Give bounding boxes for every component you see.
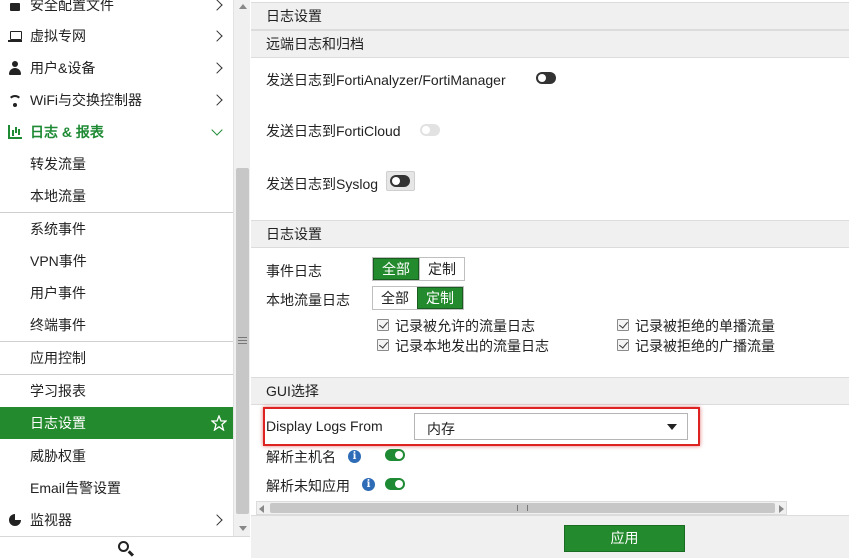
sidebar-item-label: 本地流量 bbox=[30, 188, 86, 204]
lock-icon bbox=[8, 0, 22, 12]
sidebar-item-label: 用户事件 bbox=[30, 285, 86, 301]
sidebar-item-endpoint-events[interactable]: 终端事件 bbox=[0, 309, 233, 341]
scroll-left-icon[interactable] bbox=[259, 505, 264, 513]
syslog-toggle[interactable] bbox=[390, 175, 410, 187]
resolve-hostname-label: 解析主机名 bbox=[266, 449, 336, 465]
horizontal-scrollbar[interactable] bbox=[256, 501, 787, 515]
sidebar-item-label: 日志 & 报表 bbox=[30, 124, 104, 140]
scroll-right-icon[interactable] bbox=[779, 505, 784, 513]
allowed-traffic-checkbox[interactable] bbox=[377, 319, 389, 331]
resolve-hostname-toggle[interactable] bbox=[385, 449, 405, 461]
local-traffic-segmented: 全部 定制 bbox=[372, 286, 464, 310]
local-out-traffic-label: 记录本地发出的流量日志 bbox=[395, 338, 549, 354]
local-traffic-all-option[interactable]: 全部 bbox=[373, 287, 417, 309]
event-log-label: 事件日志 bbox=[266, 263, 322, 279]
sidebar-item-label: 威胁权重 bbox=[30, 448, 86, 464]
display-logs-from-select[interactable]: 内存 bbox=[414, 413, 688, 440]
sidebar-item-user-events[interactable]: 用户事件 bbox=[0, 277, 233, 309]
sidebar-item-label: 学习报表 bbox=[30, 383, 86, 399]
sidebar-item-threat-weight[interactable]: 威胁权重 bbox=[0, 440, 233, 472]
sidebar-item-vpn[interactable]: 虚拟专网 bbox=[0, 20, 233, 52]
chevron-right-icon bbox=[211, 94, 223, 106]
bar-chart-icon bbox=[8, 125, 22, 139]
caret-down-icon bbox=[667, 424, 677, 430]
scroll-up-icon[interactable] bbox=[239, 4, 247, 9]
local-out-traffic-checkbox[interactable] bbox=[377, 339, 389, 351]
denied-unicast-checkbox[interactable] bbox=[617, 319, 629, 331]
sidebar-item-email-alert[interactable]: Email告警设置 bbox=[0, 472, 233, 504]
grip-icon bbox=[238, 337, 247, 344]
sidebar-item-wifi-switch[interactable]: WiFi与交换控制器 bbox=[0, 84, 233, 116]
chevron-right-icon bbox=[211, 514, 223, 526]
page-title: 日志设置 bbox=[251, 2, 849, 30]
sidebar-item-label: VPN事件 bbox=[30, 253, 87, 269]
denied-unicast-label: 记录被拒绝的单播流量 bbox=[635, 318, 775, 334]
fortianalyzer-toggle[interactable] bbox=[536, 72, 556, 84]
sidebar-item-forward-traffic[interactable]: 转发流量 bbox=[0, 148, 233, 180]
pie-chart-icon bbox=[8, 513, 22, 527]
denied-broadcast-label: 记录被拒绝的广播流量 bbox=[635, 338, 775, 354]
sidebar-item-label: 转发流量 bbox=[30, 156, 86, 172]
laptop-icon bbox=[8, 29, 22, 43]
sidebar-item-label: 日志设置 bbox=[30, 415, 86, 431]
sidebar-item-user-device[interactable]: 用户&设备 bbox=[0, 52, 233, 84]
chevron-down-icon bbox=[211, 124, 223, 136]
sidebar-item-monitor[interactable]: 监视器 bbox=[0, 504, 233, 536]
sidebar-item-app-control[interactable]: 应用控制 bbox=[0, 342, 233, 374]
sidebar-item-label: 系统事件 bbox=[30, 221, 86, 237]
sidebar-item-label: 终端事件 bbox=[30, 317, 86, 333]
chevron-right-icon bbox=[211, 0, 223, 11]
scroll-down-icon[interactable] bbox=[239, 526, 247, 531]
sidebar-item-learning-report[interactable]: 学习报表 bbox=[0, 375, 233, 407]
local-traffic-custom-option[interactable]: 定制 bbox=[417, 287, 463, 309]
display-logs-from-value: 内存 bbox=[427, 421, 455, 437]
sidebar-item-label: WiFi与交换控制器 bbox=[30, 92, 142, 108]
event-log-custom-option[interactable]: 定制 bbox=[419, 258, 464, 280]
horizontal-scroll-thumb[interactable] bbox=[270, 503, 775, 513]
display-logs-from-label: Display Logs From bbox=[266, 418, 383, 434]
log-settings-header: 日志设置 bbox=[251, 220, 849, 248]
allowed-traffic-label: 记录被允许的流量日志 bbox=[395, 318, 535, 334]
gui-selection-header: GUI选择 bbox=[251, 377, 849, 405]
sidebar-item-security-profiles[interactable]: 安全配置文件 bbox=[0, 0, 233, 21]
chevron-right-icon bbox=[211, 62, 223, 74]
sidebar-item-local-traffic[interactable]: 本地流量 bbox=[0, 180, 233, 212]
forticloud-label: 发送日志到FortiCloud bbox=[266, 123, 401, 139]
sidebar-item-label: 虚拟专网 bbox=[30, 28, 86, 44]
footer-bar: 应用 bbox=[251, 515, 849, 558]
user-icon bbox=[8, 61, 22, 75]
fortianalyzer-label: 发送日志到FortiAnalyzer/FortiManager bbox=[266, 72, 506, 88]
local-traffic-log-label: 本地流量日志 bbox=[266, 292, 350, 308]
search-icon[interactable] bbox=[118, 541, 129, 552]
sidebar-item-system-events[interactable]: 系统事件 bbox=[0, 213, 233, 245]
sidebar-item-label: Email告警设置 bbox=[30, 480, 122, 496]
event-log-all-option[interactable]: 全部 bbox=[373, 258, 419, 280]
denied-broadcast-checkbox[interactable] bbox=[617, 339, 629, 351]
sidebar-search[interactable] bbox=[0, 536, 250, 558]
sidebar-item-log-report[interactable]: 日志 & 报表 bbox=[0, 116, 233, 148]
chevron-right-icon bbox=[211, 30, 223, 42]
resolve-unknown-app-label: 解析未知应用 bbox=[266, 478, 350, 494]
sidebar-scrollbar[interactable] bbox=[233, 0, 250, 540]
wifi-icon bbox=[8, 93, 22, 107]
apply-button[interactable]: 应用 bbox=[564, 525, 685, 552]
sidebar-item-vpn-events[interactable]: VPN事件 bbox=[0, 245, 233, 277]
info-icon[interactable]: i bbox=[362, 478, 375, 491]
resolve-unknown-app-toggle[interactable] bbox=[385, 478, 405, 490]
event-log-segmented: 全部 定制 bbox=[372, 257, 465, 281]
sidebar: 安全配置文件 虚拟专网 用户&设备 WiFi与交换控制器 日志 & 报表 转发流… bbox=[0, 0, 250, 558]
remote-logging-header: 远端日志和归档 bbox=[251, 30, 849, 58]
star-icon[interactable] bbox=[211, 415, 227, 431]
sidebar-item-label: 应用控制 bbox=[30, 350, 86, 366]
forticloud-toggle[interactable] bbox=[420, 124, 440, 136]
info-icon[interactable]: i bbox=[348, 450, 361, 463]
syslog-label: 发送日志到Syslog bbox=[266, 176, 379, 192]
sidebar-item-label: 安全配置文件 bbox=[30, 0, 114, 13]
sidebar-item-label: 监视器 bbox=[30, 512, 72, 528]
sidebar-item-log-settings[interactable]: 日志设置 bbox=[0, 407, 233, 439]
sidebar-item-label: 用户&设备 bbox=[30, 60, 96, 76]
syslog-toggle-wrapper bbox=[386, 171, 415, 191]
main-panel: 日志设置 远端日志和归档 发送日志到FortiAnalyzer/FortiMan… bbox=[251, 0, 849, 558]
